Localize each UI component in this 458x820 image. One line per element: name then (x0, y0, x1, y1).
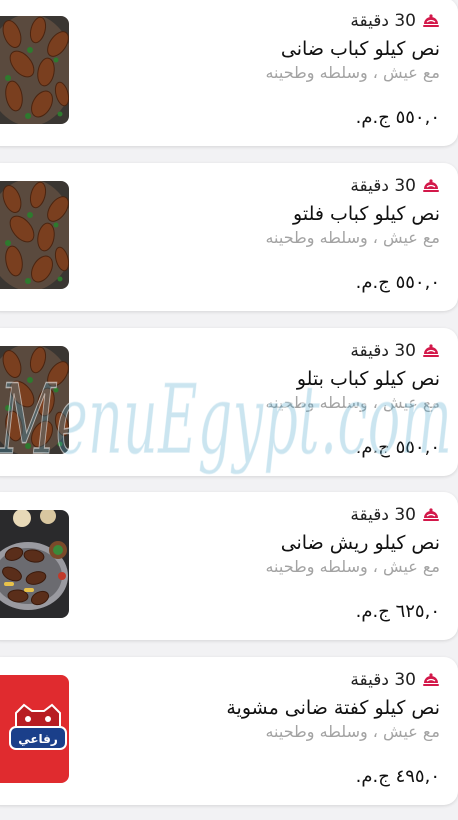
item-description: مع عيش ، وسلطه وطحينه (265, 557, 440, 576)
item-title: نص كيلو كفتة ضانى مشوية (226, 697, 440, 719)
item-price: ٥٥٠,٠ ج.م. (355, 107, 440, 128)
prep-time-text: 30 دقيقة (350, 505, 416, 525)
dish-cloche-icon (422, 671, 440, 689)
kebab-image (0, 181, 69, 289)
item-title: نص كيلو كباب ضانى (280, 38, 440, 60)
kebab-image (0, 16, 69, 124)
dish-cloche-icon (422, 177, 440, 195)
prep-time: 30 دقيقة (110, 502, 440, 528)
dish-cloche-icon (422, 506, 440, 524)
item-description: مع عيش ، وسلطه وطحينه (265, 393, 440, 412)
prep-time: 30 دقيقة (110, 173, 440, 199)
menu-item-info: 30 دقيقة نص كيلو كباب بتلو مع عيش ، وسلط… (110, 338, 440, 414)
menu-item-card[interactable]: 30 دقيقة نص كيلو كباب فلتو مع عيش ، وسلط… (0, 163, 458, 311)
menu-item-info: 30 دقيقة نص كيلو كباب فلتو مع عيش ، وسلط… (110, 173, 440, 249)
item-price: ٥٥٠,٠ ج.م. (355, 272, 440, 293)
item-title: نص كيلو كباب بتلو (296, 368, 440, 390)
dish-cloche-icon (422, 342, 440, 360)
prep-time-text: 30 دقيقة (350, 11, 416, 31)
item-price: ٤٩٥,٠ ج.م. (355, 766, 440, 787)
menu-item-card[interactable]: رفاعي 30 دقيقة نص كيلو كفتة ضانى مشوية م… (0, 657, 458, 805)
prep-time-text: 30 دقيقة (350, 341, 416, 361)
menu-item-card[interactable]: 30 دقيقة نص كيلو كباب بتلو مع عيش ، وسلط… (0, 328, 458, 476)
logo-text: رفاعي (18, 732, 58, 746)
menu-item-info: 30 دقيقة نص كيلو ريش ضانى مع عيش ، وسلطه… (110, 502, 440, 578)
item-description: مع عيش ، وسلطه وطحينه (265, 228, 440, 247)
menu-item-card[interactable]: 30 دقيقة نص كيلو كباب ضانى مع عيش ، وسلط… (0, 0, 458, 146)
menu-item-card[interactable]: 30 دقيقة نص كيلو ريش ضانى مع عيش ، وسلطه… (0, 492, 458, 640)
item-description: مع عيش ، وسلطه وطحينه (265, 63, 440, 82)
menu-item-info: 30 دقيقة نص كيلو كفتة ضانى مشوية مع عيش … (110, 667, 440, 743)
prep-time-text: 30 دقيقة (350, 670, 416, 690)
item-title: نص كيلو كباب فلتو (293, 203, 440, 225)
prep-time: 30 دقيقة (110, 667, 440, 693)
prep-time: 30 دقيقة (110, 338, 440, 364)
item-description: مع عيش ، وسلطه وطحينه (265, 722, 440, 741)
restaurant-logo-image: رفاعي (0, 675, 69, 783)
prep-time-text: 30 دقيقة (350, 176, 416, 196)
item-price: ٦٢٥,٠ ج.م. (355, 601, 440, 622)
prep-time: 30 دقيقة (110, 8, 440, 34)
kebab-image (0, 346, 69, 454)
item-price: ٥٥٠,٠ ج.م. (355, 437, 440, 458)
dish-cloche-icon (422, 12, 440, 30)
ribs-image (0, 510, 69, 618)
item-title: نص كيلو ريش ضانى (280, 532, 440, 554)
menu-item-info: 30 دقيقة نص كيلو كباب ضانى مع عيش ، وسلط… (110, 8, 440, 84)
